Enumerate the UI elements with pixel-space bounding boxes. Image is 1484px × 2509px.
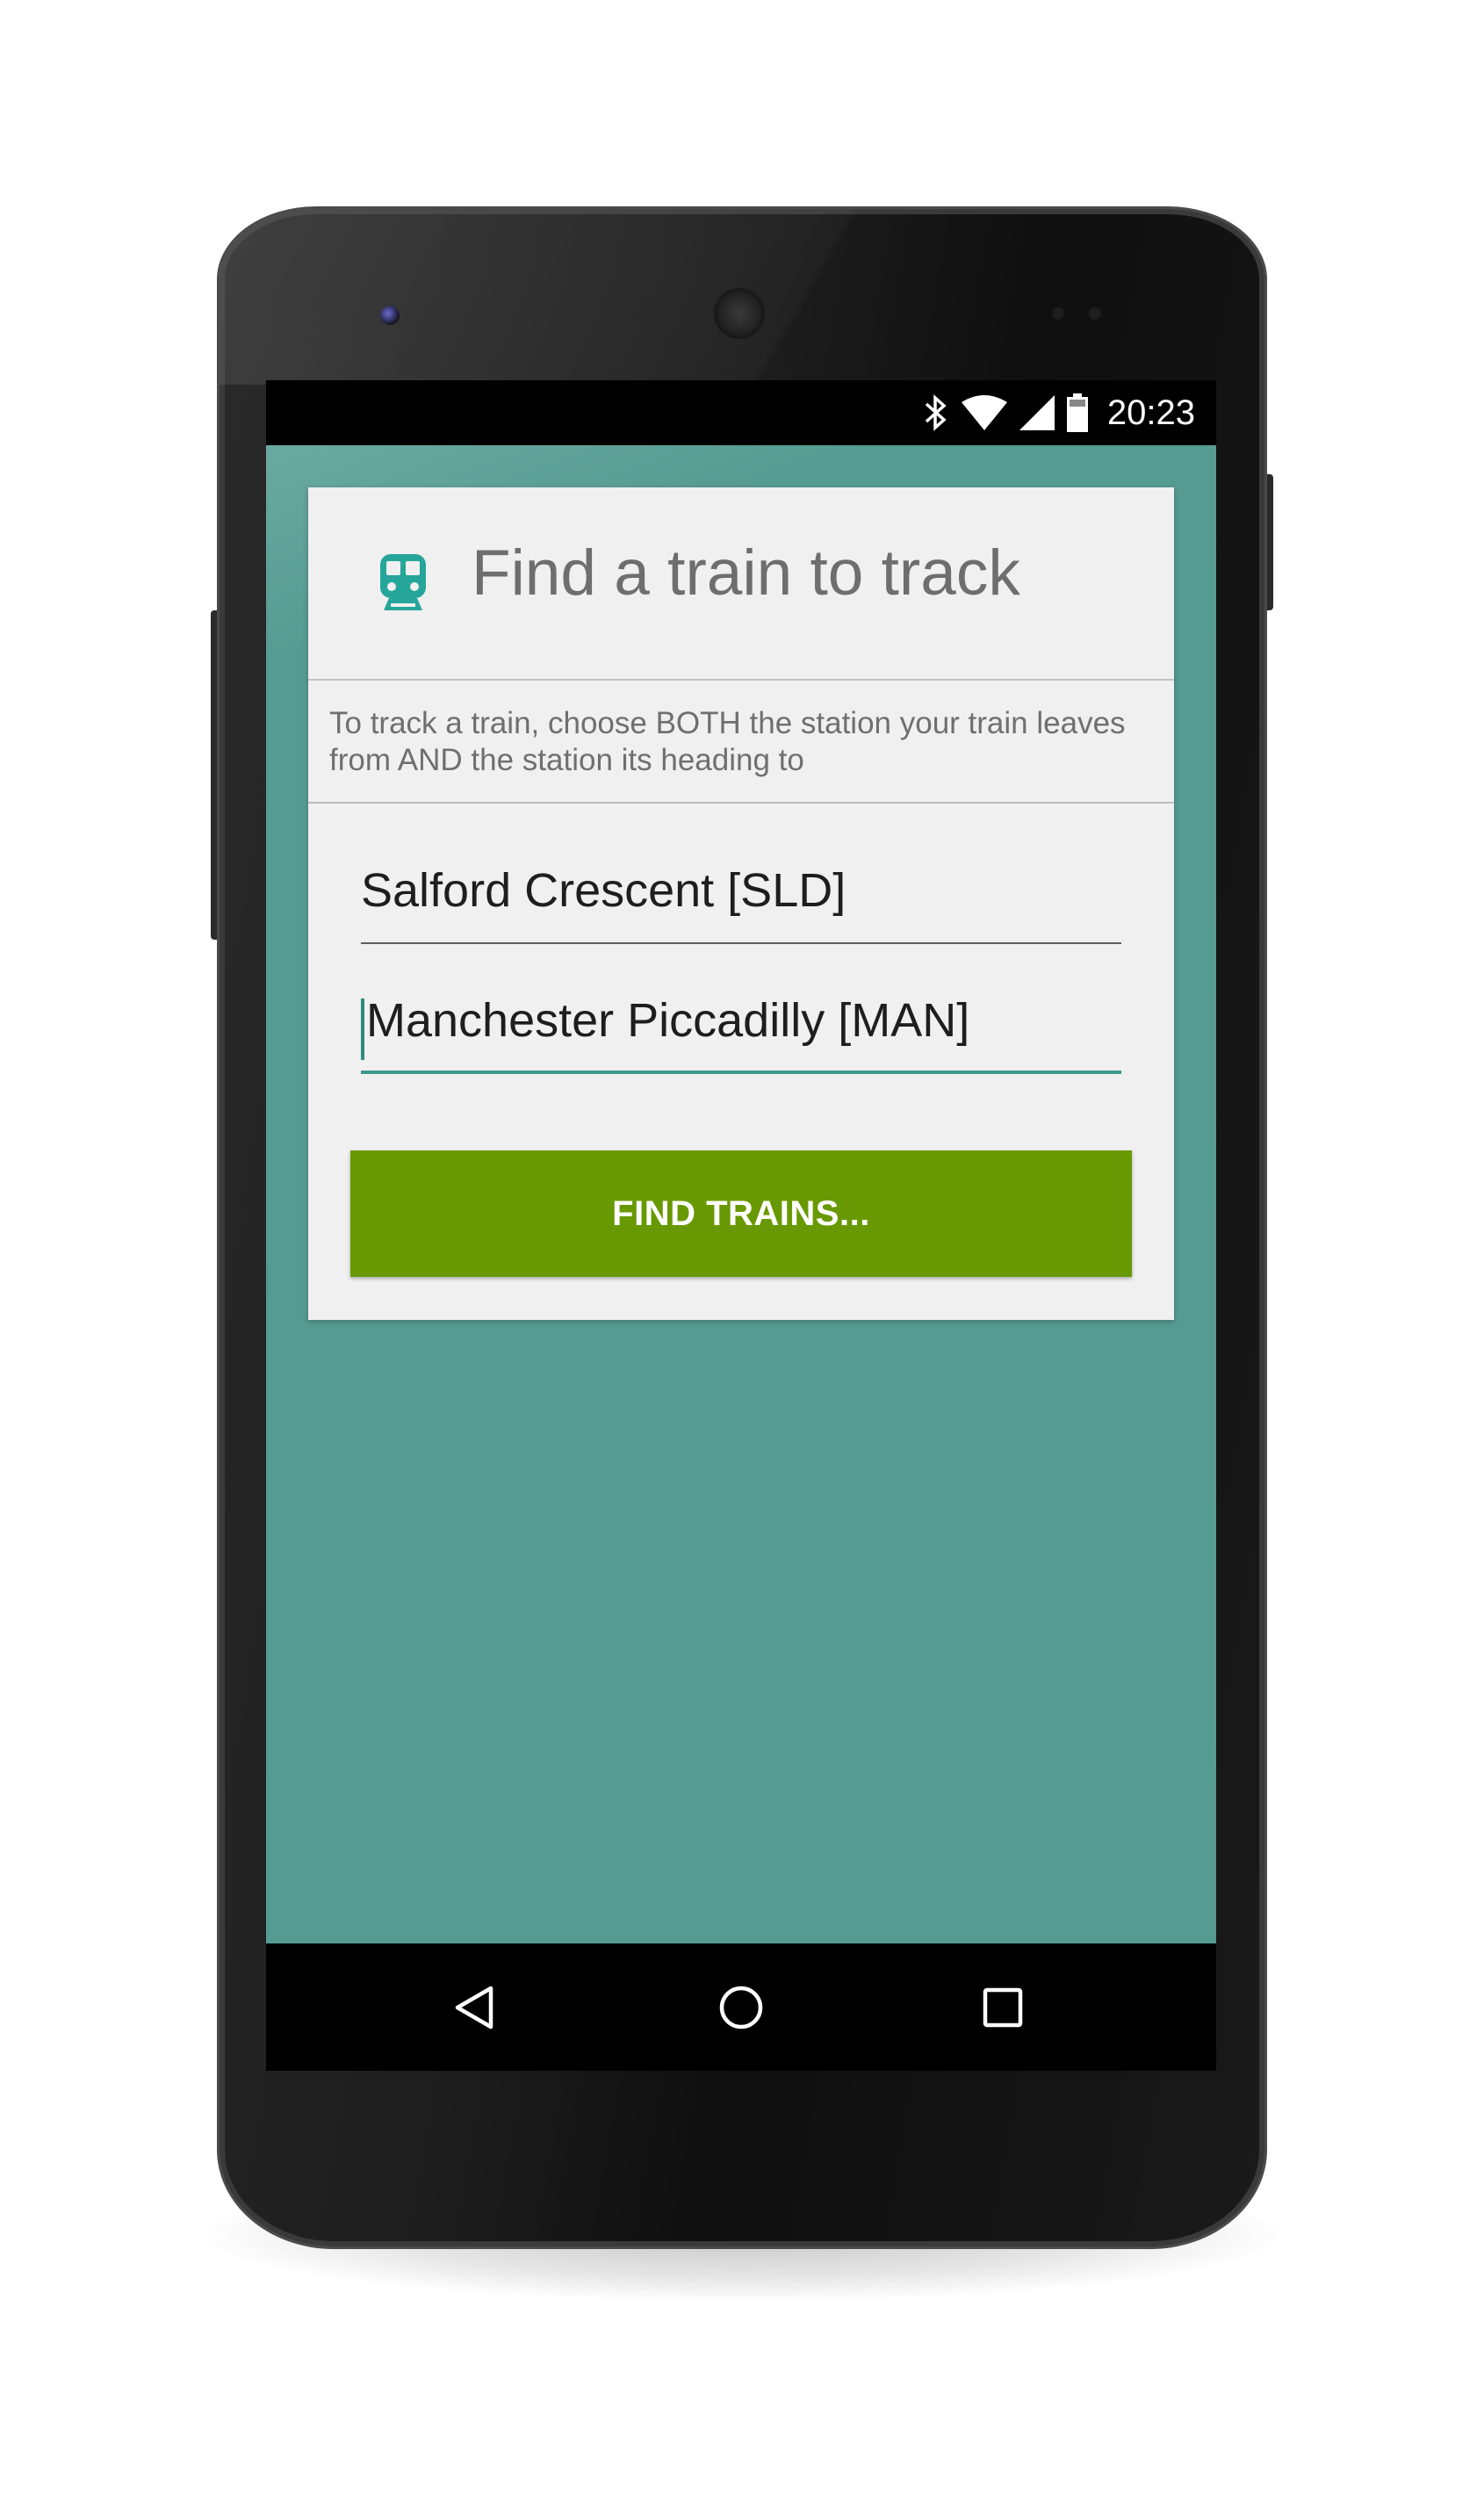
instructions-text: To track a train, choose BOTH the statio… — [329, 706, 1126, 777]
phone-screen: 20:23 Find a train to track To track a t… — [266, 380, 1216, 2071]
bluetooth-icon — [923, 394, 949, 431]
light-sensor — [1089, 307, 1101, 320]
status-time: 20:23 — [1106, 393, 1195, 432]
earpiece-speaker — [714, 288, 765, 339]
signal-icon — [1019, 395, 1055, 430]
origin-field-underline — [361, 942, 1121, 944]
device-mockup: 20:23 Find a train to track To track a t… — [0, 0, 1484, 2509]
find-train-dialog: Find a train to track To track a train, … — [308, 487, 1174, 1320]
origin-station-value[interactable]: Salford Crescent [SLD] — [361, 863, 846, 918]
battery-icon — [1066, 393, 1088, 432]
destination-station-value[interactable]: Manchester Piccadilly [MAN] — [366, 993, 969, 1048]
destination-field-underline — [361, 1071, 1121, 1074]
front-camera — [380, 306, 400, 325]
status-icons: 20:23 — [923, 380, 1195, 445]
recents-icon[interactable] — [976, 1980, 1030, 2035]
find-trains-button[interactable]: FIND TRAINS... — [350, 1150, 1132, 1277]
dialog-header: Find a train to track — [308, 487, 1174, 681]
back-icon[interactable] — [448, 1980, 502, 2035]
find-trains-button-label: FIND TRAINS... — [612, 1193, 870, 1233]
wifi-icon — [961, 395, 1007, 430]
dialog-title: Find a train to track — [472, 537, 1020, 609]
train-icon — [380, 554, 426, 610]
app-content: Find a train to track To track a train, … — [266, 445, 1216, 1943]
text-cursor — [361, 999, 364, 1060]
proximity-sensor — [1052, 307, 1064, 320]
navigation-bar — [266, 1943, 1216, 2071]
home-icon[interactable] — [714, 1980, 768, 2035]
divider — [308, 802, 1174, 804]
destination-station-field[interactable]: Manchester Piccadilly [MAN] — [361, 988, 1121, 1074]
status-bar: 20:23 — [266, 380, 1216, 445]
origin-station-field[interactable]: Salford Crescent [SLD] — [361, 858, 1121, 944]
